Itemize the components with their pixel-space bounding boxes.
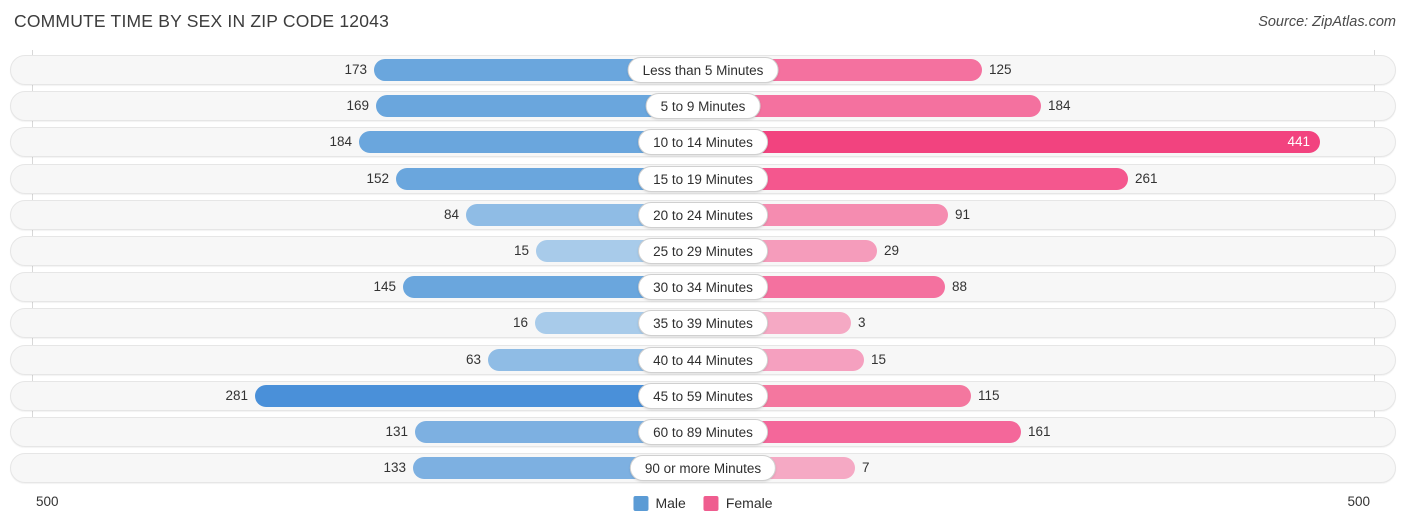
table-row[interactable]: 169 184 5 to 9 Minutes (10, 91, 1396, 122)
value-female: 7 (862, 460, 870, 476)
page-title: COMMUTE TIME BY SEX IN ZIP CODE 12043 (14, 11, 390, 31)
category-label[interactable]: 30 to 34 Minutes (638, 274, 768, 301)
value-male: 15 (513, 243, 529, 258)
value-female: 15 (871, 351, 887, 367)
bar-female[interactable] (703, 131, 1320, 154)
table-row[interactable]: 133 7 90 or more Minutes (10, 453, 1396, 484)
value-male: 16 (512, 315, 528, 331)
legend-swatch-icon (703, 495, 719, 511)
table-row[interactable]: 145 88 30 to 34 Minutes (10, 272, 1396, 303)
value-male: 145 (373, 279, 396, 295)
chart-plot-area: 173 125 Less than 5 Minutes 169 184 5 to 9 Mi… (0, 50, 1406, 487)
category-label[interactable]: 40 to 44 Minutes (638, 346, 768, 373)
table-row[interactable]: 281 115 45 to 59 Minutes (10, 380, 1396, 411)
table-row[interactable]: 184 441 10 to 14 Minutes (10, 127, 1396, 158)
value-female: 3 (858, 315, 866, 331)
value-male: 131 (385, 424, 408, 439)
value-female: 29 (884, 243, 900, 258)
legend-label: Female (725, 495, 773, 511)
table-row[interactable]: 131 161 60 to 89 Minutes (10, 417, 1396, 447)
value-male: 133 (383, 460, 406, 476)
table-row[interactable]: 173 125 Less than 5 Minutes (10, 55, 1396, 85)
table-row[interactable]: 152 261 15 to 19 Minutes (10, 163, 1396, 194)
axis-label-right: 500 (1347, 494, 1370, 509)
chart-legend: Male Female (633, 495, 773, 511)
legend-label: Male (655, 495, 686, 511)
table-row[interactable]: 15 29 25 to 29 Minutes (10, 236, 1396, 266)
axis-label-left: 500 (36, 494, 59, 509)
value-female: 115 (978, 387, 1000, 403)
source-attribution: Source: ZipAtlas.com (1258, 14, 1396, 30)
category-label[interactable]: 20 to 24 Minutes (638, 201, 768, 228)
chart-root: COMMUTE TIME BY SEX IN ZIP CODE 12043 So… (0, 0, 1406, 523)
value-female: 441 (1287, 134, 1310, 150)
legend-item-female[interactable]: Female (703, 495, 773, 511)
category-label[interactable]: 90 or more Minutes (629, 455, 777, 482)
table-row[interactable]: 84 91 20 to 24 Minutes (10, 199, 1396, 230)
category-label[interactable]: 10 to 14 Minutes (638, 129, 768, 156)
value-male: 281 (225, 387, 248, 403)
value-male: 84 (443, 206, 459, 222)
category-label[interactable]: Less than 5 Minutes (627, 57, 779, 83)
category-label[interactable]: 5 to 9 Minutes (645, 93, 761, 120)
value-female: 125 (989, 62, 1012, 77)
category-label[interactable]: 45 to 59 Minutes (638, 382, 768, 409)
value-female: 91 (955, 206, 971, 222)
bar-male[interactable] (255, 384, 703, 407)
legend-item-male[interactable]: Male (633, 495, 686, 511)
value-male: 184 (329, 134, 352, 150)
category-label[interactable]: 60 to 89 Minutes (638, 419, 768, 445)
value-female: 184 (1048, 98, 1071, 114)
category-label[interactable]: 15 to 19 Minutes (638, 165, 768, 192)
value-male: 169 (346, 98, 369, 114)
value-female: 261 (1135, 170, 1158, 186)
value-male: 152 (366, 170, 389, 186)
table-row[interactable]: 16 3 35 to 39 Minutes (10, 308, 1396, 339)
value-male: 63 (465, 351, 481, 367)
legend-swatch-icon (633, 495, 649, 511)
table-row[interactable]: 63 15 40 to 44 Minutes (10, 344, 1396, 375)
category-label[interactable]: 25 to 29 Minutes (638, 238, 768, 264)
value-female: 88 (952, 279, 968, 295)
category-label[interactable]: 35 to 39 Minutes (638, 310, 768, 337)
value-male: 173 (344, 62, 367, 77)
value-female: 161 (1028, 424, 1051, 439)
